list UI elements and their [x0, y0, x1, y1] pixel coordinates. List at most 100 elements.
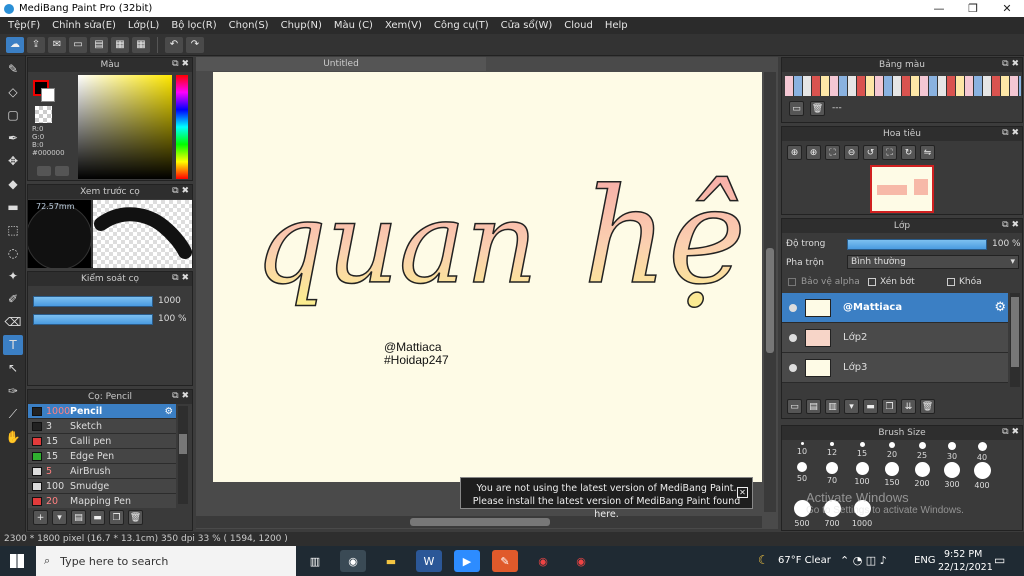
- file-explorer-icon[interactable]: ▬: [378, 550, 404, 572]
- trash-icon[interactable]: 🗑: [810, 101, 825, 116]
- add-palette-icon[interactable]: ▭: [789, 101, 804, 116]
- brush-size-option[interactable]: 150: [877, 462, 907, 487]
- brush-size-option[interactable]: 400: [967, 462, 997, 490]
- operation-tool-icon[interactable]: ↖: [3, 358, 23, 378]
- brush-list-scrollbar[interactable]: [178, 406, 188, 504]
- brush-size-option[interactable]: 15: [847, 442, 877, 458]
- duplicate-layer-icon[interactable]: ❐: [882, 399, 897, 414]
- brush-opacity-slider[interactable]: [33, 314, 153, 325]
- material-icon[interactable]: ▦: [111, 36, 129, 53]
- clipping-checkbox[interactable]: [868, 278, 876, 286]
- maximize-button[interactable]: ❐: [956, 0, 990, 17]
- brush-item[interactable]: 15 Edge Pen: [28, 449, 176, 464]
- rectangle-tool-icon[interactable]: ▢: [3, 105, 23, 125]
- copy-icon[interactable]: ❐: [109, 510, 124, 525]
- update-notice[interactable]: You are not using the latest version of …: [460, 477, 753, 520]
- tray-icons[interactable]: ⌃ ◔ ◫ ♪: [840, 554, 887, 567]
- brush-size-option[interactable]: 10: [787, 442, 817, 456]
- canvas-vertical-scrollbar[interactable]: [764, 72, 776, 512]
- brush-item[interactable]: 3 Sketch: [28, 419, 176, 434]
- brush-size-option[interactable]: 50: [787, 462, 817, 483]
- layer-item[interactable]: Lớp3: [782, 353, 1008, 383]
- select-eraser-icon[interactable]: ⌫: [3, 312, 23, 332]
- color-picker-icon[interactable]: ⟋: [3, 404, 23, 424]
- background-color-swatch[interactable]: [41, 88, 55, 102]
- visibility-eye-icon[interactable]: [789, 303, 797, 312]
- brush-size-slider[interactable]: [33, 296, 153, 307]
- panel-close-icon[interactable]: ⧉ ✖: [1002, 128, 1019, 138]
- brush-size-option[interactable]: 300: [937, 462, 967, 489]
- drawing-canvas[interactable]: quan hệ @Mattiaca #Hoidap247: [213, 72, 762, 482]
- folder-icon[interactable]: ▬: [90, 510, 105, 525]
- brush-size-option[interactable]: 20: [877, 442, 907, 459]
- lasso-tool-icon[interactable]: ◌: [3, 243, 23, 263]
- brush-size-option[interactable]: 12: [817, 442, 847, 457]
- add-menu-icon[interactable]: ▾: [52, 510, 67, 525]
- word-icon[interactable]: W: [416, 550, 442, 572]
- alpha-protect-checkbox[interactable]: [788, 278, 796, 286]
- layer-scrollbar[interactable]: [1010, 293, 1020, 387]
- brush-item[interactable]: 5 AirBrush: [28, 464, 176, 479]
- color-palette-icon[interactable]: [55, 166, 69, 176]
- panel-close-icon[interactable]: ⧉ ✖: [1002, 427, 1019, 437]
- move-tool-icon[interactable]: ✥: [3, 151, 23, 171]
- chrome-icon[interactable]: ◉: [340, 550, 366, 572]
- scroll-thumb[interactable]: [766, 248, 774, 353]
- menu-filter[interactable]: Bộ lọc(R): [165, 20, 222, 31]
- fill-tool-icon[interactable]: ◆: [3, 174, 23, 194]
- menu-window[interactable]: Cửa sổ(W): [495, 20, 559, 31]
- clock-date[interactable]: 22/12/2021: [938, 562, 993, 573]
- menu-cloud[interactable]: Cloud: [558, 20, 599, 31]
- weather-text[interactable]: 67°F Clear: [778, 555, 831, 566]
- close-button[interactable]: ✕: [990, 0, 1024, 17]
- minimize-button[interactable]: —: [922, 0, 956, 17]
- select-tool-icon[interactable]: ⬚: [3, 220, 23, 240]
- brush-size-option[interactable]: 40: [967, 442, 997, 462]
- scroll-thumb[interactable]: [1011, 297, 1019, 367]
- trash-icon[interactable]: 🗑: [920, 399, 935, 414]
- folder-icon[interactable]: ▬: [863, 399, 878, 414]
- language-indicator[interactable]: ENG: [914, 555, 936, 566]
- brush-size-option[interactable]: 100: [847, 462, 877, 486]
- panel-close-icon[interactable]: ⧉ ✖: [172, 186, 189, 196]
- menu-file[interactable]: Tệp(F): [2, 20, 46, 31]
- chrome-profile-icon[interactable]: ◉: [530, 550, 556, 572]
- brush-item[interactable]: 100 Smudge: [28, 479, 176, 494]
- notification-icon[interactable]: ▭: [994, 553, 1005, 567]
- eraser-tool-icon[interactable]: ◇: [3, 82, 23, 102]
- brush-size-option[interactable]: 30: [937, 442, 967, 461]
- magic-wand-icon[interactable]: ✦: [3, 266, 23, 286]
- saturation-value-picker[interactable]: [78, 75, 172, 179]
- menu-snap[interactable]: Chụp(N): [275, 20, 328, 31]
- layer-opacity-slider[interactable]: [847, 239, 987, 250]
- brush-size-option[interactable]: 25: [907, 442, 937, 460]
- redo-icon[interactable]: ↷: [186, 36, 204, 53]
- zoom-in-icon[interactable]: ⊕: [787, 145, 802, 160]
- brush-item[interactable]: 15 Calli pen: [28, 434, 176, 449]
- panel-close-icon[interactable]: ⧉ ✖: [172, 273, 189, 283]
- brush-tool-icon[interactable]: ✎: [3, 59, 23, 79]
- taskbar-search[interactable]: ⌕ Type here to search: [36, 546, 296, 576]
- pen-tool-icon[interactable]: ✒: [3, 128, 23, 148]
- gradient-tool-icon[interactable]: ▬: [3, 197, 23, 217]
- document-tab[interactable]: Untitled: [196, 57, 486, 71]
- close-icon[interactable]: ✕: [737, 487, 748, 498]
- gear-icon[interactable]: ⚙: [994, 300, 1006, 315]
- rotate-left-icon[interactable]: ↺: [863, 145, 878, 160]
- undo-icon[interactable]: ↶: [165, 36, 183, 53]
- menu-layer[interactable]: Lớp(L): [122, 20, 165, 31]
- menu-edit[interactable]: Chỉnh sửa(E): [46, 20, 122, 31]
- hand-tool-icon[interactable]: ✋: [3, 427, 23, 447]
- scroll-thumb[interactable]: [179, 434, 187, 454]
- new-layer-icon[interactable]: ▭: [787, 399, 802, 414]
- merge-down-icon[interactable]: ⇊: [901, 399, 916, 414]
- zoom-icon[interactable]: ▶: [454, 550, 480, 572]
- brush-size-option[interactable]: 70: [817, 462, 847, 485]
- brush-size-option[interactable]: 200: [907, 462, 937, 488]
- panel-close-icon[interactable]: ⧉ ✖: [1002, 59, 1019, 69]
- trash-icon[interactable]: 🗑: [128, 510, 143, 525]
- task-view-icon[interactable]: ▥: [302, 550, 328, 572]
- zoom-in-icon[interactable]: ⊕: [806, 145, 821, 160]
- fit-icon[interactable]: ⛶: [825, 145, 840, 160]
- layer-item[interactable]: @Mattiaca ⚙: [782, 293, 1008, 323]
